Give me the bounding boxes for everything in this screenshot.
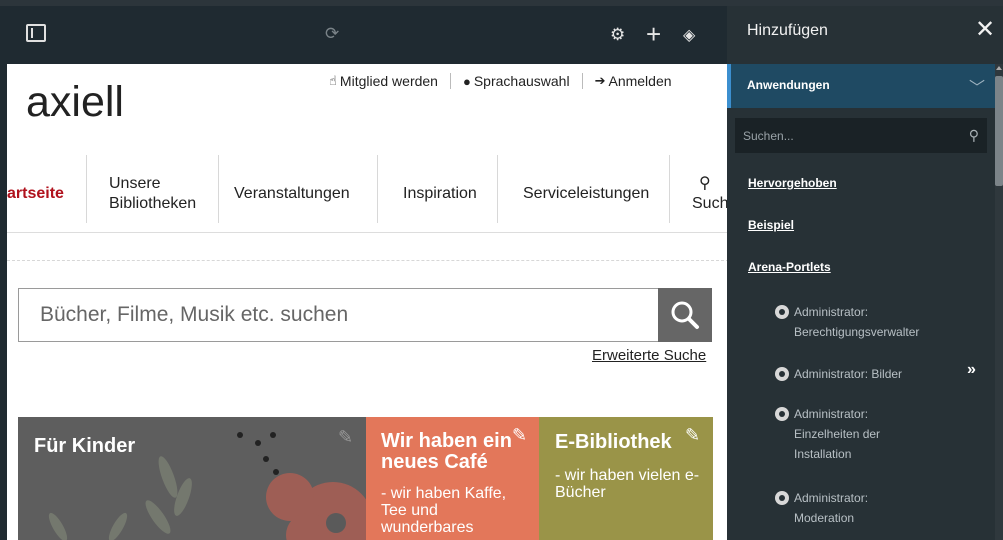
search-icon [671, 301, 699, 329]
panel-title: Hinzufügen [747, 22, 828, 39]
compass-icon[interactable]: ◈ [683, 25, 695, 45]
scrollbar-thumb[interactable] [995, 76, 1003, 186]
divider [581, 73, 583, 89]
portlet-bullet-icon [775, 491, 789, 505]
portlet-label: Administrator: Bilder [794, 367, 903, 381]
nav-inspiration-label: Inspiration [403, 185, 477, 202]
divider [377, 155, 378, 223]
main-nav: artseite Unsere Bibliotheken Veranstaltu… [7, 155, 727, 233]
tile-ebib-title: E-Bibliothek [555, 431, 672, 453]
close-icon[interactable]: ✕ [975, 18, 995, 42]
category-featured[interactable]: Hervorgehoben [748, 176, 837, 190]
panel-header: Hinzufügen ✕ [727, 6, 1003, 64]
chevron-down-icon: ﹀ [969, 80, 986, 97]
applications-accordion[interactable]: Anwendungen ﹀ [727, 64, 995, 108]
top-links: ☝ Mitglied werden ● Sprachauswahl ➔ Anme… [329, 73, 672, 89]
join-label: Mitglied werden [339, 73, 438, 89]
expand-arrow-icon[interactable]: » [967, 361, 976, 379]
login-link[interactable]: ➔ Anmelden [595, 73, 672, 89]
admin-toolbar: ⟳ ⚙ + ◈ [0, 0, 727, 64]
join-link[interactable]: ☝ Mitglied werden [329, 73, 438, 89]
advanced-search-link[interactable]: Erweiterte Suche [592, 347, 706, 364]
nav-inspiration[interactable]: Inspiration [403, 155, 477, 233]
divider [669, 155, 670, 223]
search-placeholder: Bücher, Filme, Musik etc. suchen [40, 303, 349, 326]
catalog-search-input[interactable]: Bücher, Filme, Musik etc. suchen [18, 288, 659, 342]
portlet-label: Administrator: Einzelheiten der Installa… [794, 407, 881, 461]
accordion-label: Anwendungen [747, 78, 830, 92]
portlet-bullet-icon [775, 407, 789, 421]
portlet-label: Administrator: Berechtigungsverwalter [794, 305, 920, 339]
sign-in-icon: ➔ [594, 73, 606, 88]
portlet-item[interactable]: Administrator: Moderation [775, 488, 895, 528]
add-icon[interactable]: + [646, 19, 661, 50]
edit-icon[interactable]: ✎ [685, 425, 700, 446]
portlet-item[interactable]: Administrator: Einzelheiten der Installa… [775, 404, 915, 464]
nav-home-label: artseite [7, 185, 64, 202]
tile-ebib-subtitle: - wir haben vielen e-Bücher [555, 467, 700, 501]
nav-home[interactable]: artseite [7, 155, 64, 233]
language-link[interactable]: ● Sprachauswahl [463, 73, 570, 89]
category-arena-portlets[interactable]: Arena-Portlets [748, 260, 831, 274]
tile-kids-title: Für Kinder [34, 435, 136, 457]
portlet-label: Administrator: Moderation [794, 491, 869, 525]
edit-icon[interactable]: ✎ [512, 425, 527, 446]
nav-search-label: Such [692, 195, 727, 212]
globe-icon: ● [462, 73, 471, 89]
panel-toggle-icon[interactable] [26, 24, 46, 42]
portlet-item[interactable]: Administrator: Bilder [775, 364, 975, 384]
search-button[interactable] [658, 288, 712, 342]
search-icon: ⚲ [699, 175, 711, 192]
divider [7, 260, 727, 261]
thumbs-up-icon: ☝ [329, 73, 337, 88]
tile-cafe[interactable]: Wir haben ein neues Café - wir haben Kaf… [366, 417, 539, 540]
logo-text: axiell [26, 78, 124, 126]
nav-services-label: Serviceleistungen [523, 185, 650, 202]
login-label: Anmelden [608, 73, 672, 89]
divider [86, 155, 87, 223]
search-icon: ⚲ [968, 127, 979, 143]
tile-ebibliothek[interactable]: E-Bibliothek - wir haben vielen e-Bücher… [539, 417, 713, 540]
refresh-icon[interactable]: ⟳ [325, 24, 339, 44]
logo[interactable]: axiell [26, 78, 124, 127]
gear-icon[interactable]: ⚙ [610, 25, 625, 45]
panel-search-placeholder: Suchen... [743, 128, 794, 143]
panel-search-input[interactable]: Suchen... ⚲ [735, 118, 987, 153]
category-example[interactable]: Beispiel [748, 218, 794, 232]
nav-services[interactable]: Serviceleistungen [523, 155, 649, 233]
add-panel: Hinzufügen ✕ Anwendungen ﹀ Suchen... ⚲ H… [727, 0, 1003, 540]
nav-events[interactable]: Veranstaltungen [234, 155, 350, 233]
tile-cafe-subtitle: - wir haben Kaffe, Tee und wunderbares [381, 485, 507, 536]
language-label: Sprachauswahl [473, 73, 570, 89]
scroll-up-icon[interactable] [996, 66, 1002, 70]
divider [449, 73, 451, 89]
portlet-bullet-icon [775, 305, 789, 319]
nav-libraries[interactable]: Unsere Bibliotheken [109, 155, 209, 233]
nav-search[interactable]: ⚲ Such [692, 155, 727, 233]
edit-icon[interactable]: ✎ [338, 427, 353, 448]
tile-cafe-title: Wir haben ein neues Café [381, 430, 512, 473]
tile-kids[interactable]: Für Kinder ✎ [18, 417, 366, 540]
portlet-item[interactable]: Administrator: Berechtigungsverwalter [775, 302, 945, 342]
nav-libraries-label: Unsere Bibliotheken [109, 175, 197, 212]
divider [218, 155, 219, 223]
portlet-bullet-icon [775, 367, 789, 381]
site-preview: axiell ☝ Mitglied werden ● Sprachauswahl… [0, 64, 727, 540]
divider [497, 155, 498, 223]
nav-events-label: Veranstaltungen [234, 185, 350, 202]
